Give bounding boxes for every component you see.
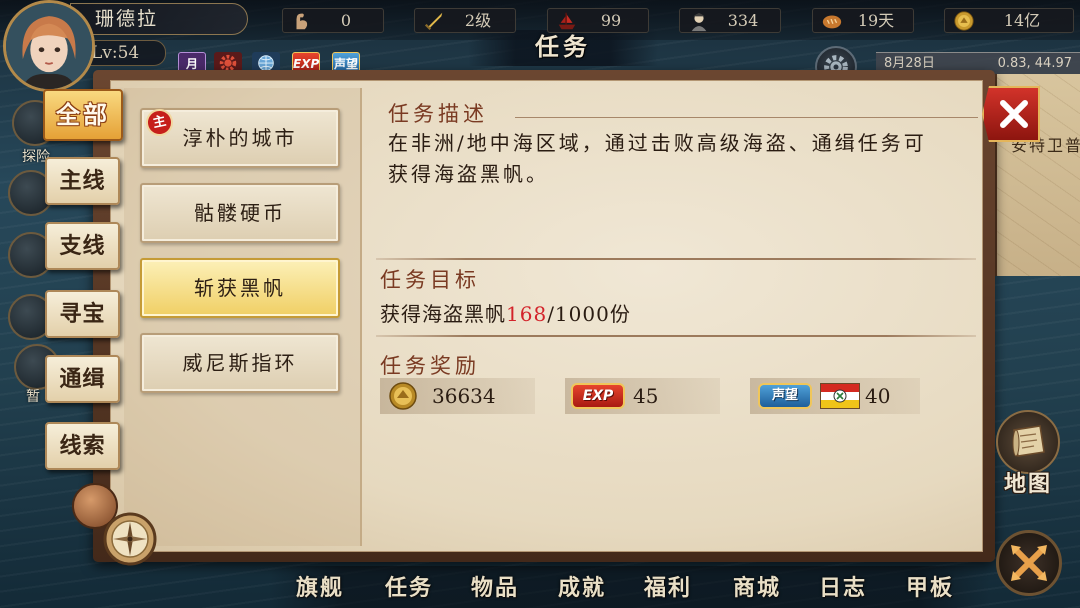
reward-exp: EXP 45 (565, 378, 720, 414)
resource-strength[interactable]: 0 (282, 8, 384, 33)
nav-shop[interactable]: 商城 (721, 572, 793, 604)
nav-deck[interactable]: 甲板 (894, 572, 966, 604)
heading-underline (515, 117, 978, 118)
player-portrait-icon (6, 3, 92, 89)
nation-flag-icon (820, 383, 860, 409)
crossed-arrows-icon (1011, 545, 1047, 581)
gold-coin-icon (954, 11, 974, 31)
map-scroll-icon (1012, 425, 1045, 457)
objective-text: 获得海盗黑帆 (380, 302, 506, 326)
task-item-selected[interactable]: 斩获黑帆 (140, 258, 340, 318)
reward-heading: 任务奖励 (380, 354, 480, 378)
player-avatar[interactable] (3, 0, 95, 92)
action-button[interactable] (996, 530, 1062, 596)
sailor-icon (691, 13, 707, 32)
tab-side-quest[interactable]: 支线 (45, 222, 120, 270)
task-name: 威尼斯指环 (182, 351, 298, 375)
gold-coin-icon (389, 382, 417, 410)
map-button-label: 地图 (1003, 471, 1052, 497)
reward-gold: 36634 (380, 378, 535, 414)
player-level: Lv:54 (91, 43, 140, 63)
task-objective: 获得海盗黑帆168/1000份 (380, 298, 631, 327)
player-name: 珊德拉 (95, 8, 159, 30)
tab-treasure[interactable]: 寻宝 (45, 290, 120, 338)
map-button[interactable] (996, 410, 1060, 474)
resource-food[interactable]: 19天 (812, 8, 914, 33)
resource-value: 99 (600, 11, 622, 30)
tab-clues[interactable]: 线索 (45, 422, 120, 470)
close-icon (1000, 100, 1028, 128)
objective-total: /1000份 (547, 302, 631, 326)
resource-gold[interactable]: 14亿 (944, 8, 1074, 33)
resource-value: 14亿 (1003, 11, 1041, 30)
exp-badge-icon: EXP (571, 383, 625, 409)
task-item[interactable]: 威尼斯指环 (140, 333, 340, 393)
nav-welfare[interactable]: 福利 (632, 572, 704, 604)
reward-reputation: 声望 40 (750, 378, 920, 414)
task-name: 骷髅硬币 (194, 201, 286, 225)
tab-wanted[interactable]: 通缉 (45, 355, 120, 403)
resource-value: 334 (727, 11, 759, 30)
pirate-ship-icon (558, 12, 576, 30)
ship-coordinates: 0.83, 44.97 (997, 56, 1072, 71)
resource-sailors[interactable]: 334 (679, 8, 781, 33)
section-divider (376, 335, 976, 337)
compass-icon[interactable] (103, 512, 157, 566)
pause-label: 暂 (26, 389, 40, 405)
tab-label: 主线 (59, 168, 106, 194)
player-name-plate[interactable]: 珊德拉 (70, 3, 248, 35)
nav-tasks[interactable]: 任务 (373, 572, 445, 604)
description-heading: 任务描述 (388, 102, 488, 126)
description-line: 获得海盗黑帆。 (388, 162, 549, 186)
reward-value: 45 (633, 384, 659, 408)
window-title-bar: 任务 (468, 30, 658, 66)
objective-progress: 168 (506, 302, 548, 326)
section-divider (376, 258, 976, 260)
game-screen: 探险 暂 珊德拉 Lv:54 0 2级 99 334 19天 14亿 月 EXP… (0, 0, 1080, 608)
nav-achievements[interactable]: 成就 (546, 572, 618, 604)
strength-icon (296, 13, 308, 30)
tab-all[interactable]: 全部 (43, 89, 123, 141)
resource-value: 0 (340, 11, 352, 30)
tab-label: 通缉 (59, 366, 106, 392)
nav-log[interactable]: 日志 (807, 572, 879, 604)
resource-ships[interactable]: 99 (547, 8, 649, 33)
description-line: 在非洲/地中海区域，通过击败高级海盗、通缉任务可 (388, 131, 927, 155)
task-description: 在非洲/地中海区域，通过击败高级海盗、通缉任务可 获得海盗黑帆。 (388, 128, 927, 190)
reputation-badge-icon: 声望 (758, 383, 812, 409)
tab-label: 寻宝 (59, 301, 106, 327)
nav-flagship[interactable]: 旗舰 (284, 572, 356, 604)
resource-value: 2级 (464, 11, 492, 30)
tab-main-quest[interactable]: 主线 (45, 157, 120, 205)
tab-label: 线索 (59, 433, 106, 459)
tab-label: 支线 (59, 233, 106, 259)
objective-heading: 任务目标 (380, 268, 480, 292)
sword-icon (424, 12, 443, 31)
task-name: 斩获黑帆 (194, 276, 286, 300)
tab-label: 全部 (56, 100, 110, 129)
nav-items[interactable]: 物品 (459, 572, 531, 604)
reward-value: 36634 (432, 384, 496, 408)
bread-icon (822, 15, 842, 29)
reward-value: 40 (865, 384, 891, 408)
page-title: 任务 (535, 32, 591, 61)
resource-rank[interactable]: 2级 (414, 8, 516, 33)
close-button[interactable] (982, 86, 1040, 142)
resource-value: 19天 (857, 11, 895, 30)
task-item[interactable]: 骷髅硬币 (140, 183, 340, 243)
